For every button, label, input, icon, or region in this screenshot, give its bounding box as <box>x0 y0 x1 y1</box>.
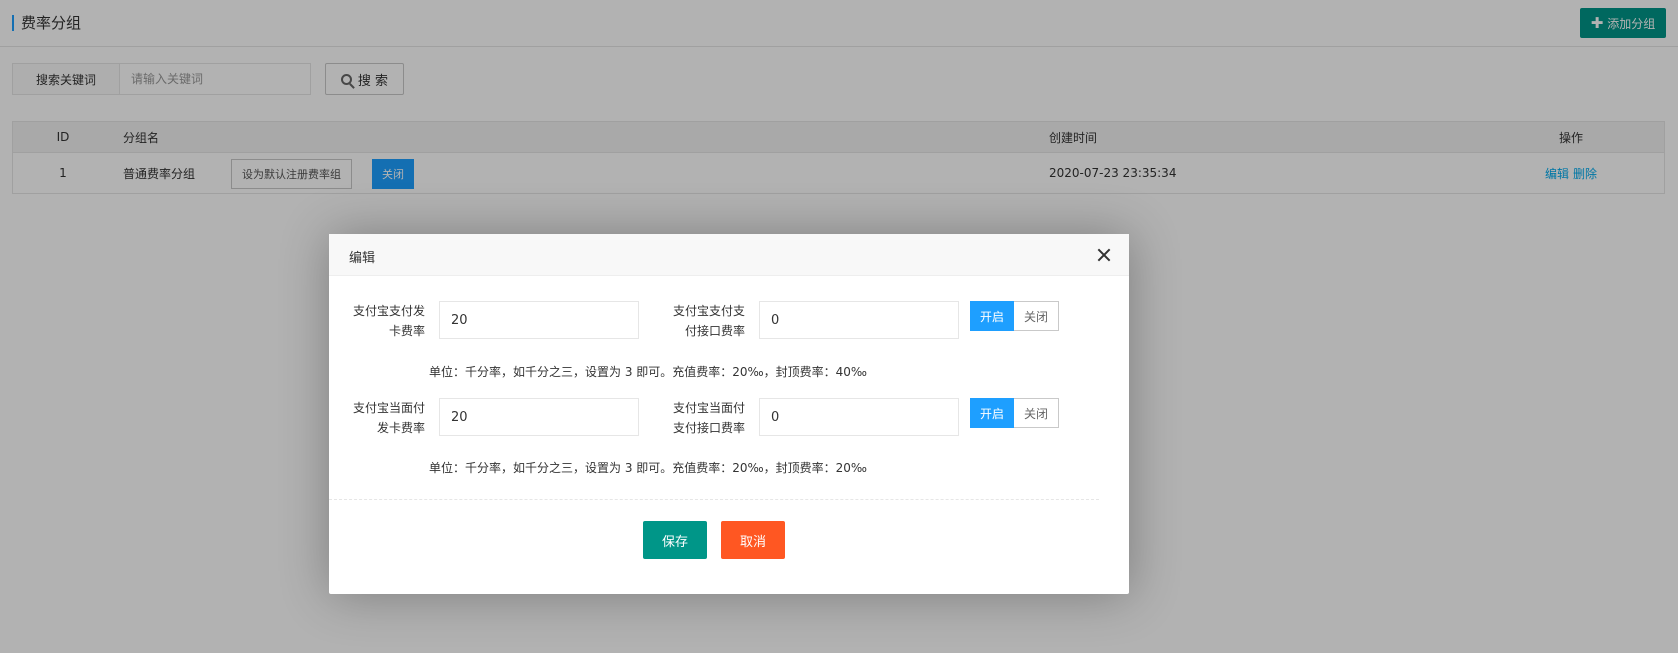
toggle-off-button[interactable]: 关闭 <box>1014 398 1059 428</box>
alipay-f2f-card-fee-label: 支付宝当面付发卡费率 <box>352 401 425 435</box>
alipay-card-fee-input[interactable] <box>439 301 639 339</box>
alipay-interface-fee-label: 支付宝支付支付接口费率 <box>672 304 745 338</box>
alipay-f2f-card-fee-input[interactable] <box>439 398 639 436</box>
toggle-off-button[interactable]: 关闭 <box>1014 301 1059 331</box>
edit-modal: 编辑 支付宝支付发卡费率 支付宝支付支付接口费率 开启 关闭 单位：千分率，如千… <box>329 234 1129 594</box>
alipay-toggle: 开启 关闭 <box>970 301 1059 331</box>
toggle-on-button[interactable]: 开启 <box>970 301 1014 331</box>
alipay-interface-fee-input[interactable] <box>759 301 959 339</box>
alipay-f2f-toggle: 开启 关闭 <box>970 398 1059 428</box>
alipay-f2f-interface-fee-input[interactable] <box>759 398 959 436</box>
modal-divider <box>329 499 1099 500</box>
modal-header: 编辑 <box>329 234 1129 276</box>
page: 费率分组 ✚ 添加分组 搜索关键词 搜 索 ID 分组名 创建时间 操作 1 普… <box>0 0 1678 653</box>
close-icon[interactable] <box>1096 247 1112 263</box>
alipay-f2f-interface-fee-label: 支付宝当面付支付接口费率 <box>672 401 745 435</box>
save-button[interactable]: 保存 <box>643 521 707 559</box>
alipay-card-fee-label: 支付宝支付发卡费率 <box>352 304 425 338</box>
fee-hint: 单位：千分率，如千分之三，设置为 3 即可。充值费率：20‰，封顶费率：20‰ <box>429 461 868 475</box>
fee-hint: 单位：千分率，如千分之三，设置为 3 即可。充值费率：20‰，封顶费率：40‰ <box>429 365 868 379</box>
cancel-button[interactable]: 取消 <box>721 521 785 559</box>
modal-title: 编辑 <box>349 251 376 266</box>
toggle-on-button[interactable]: 开启 <box>970 398 1014 428</box>
